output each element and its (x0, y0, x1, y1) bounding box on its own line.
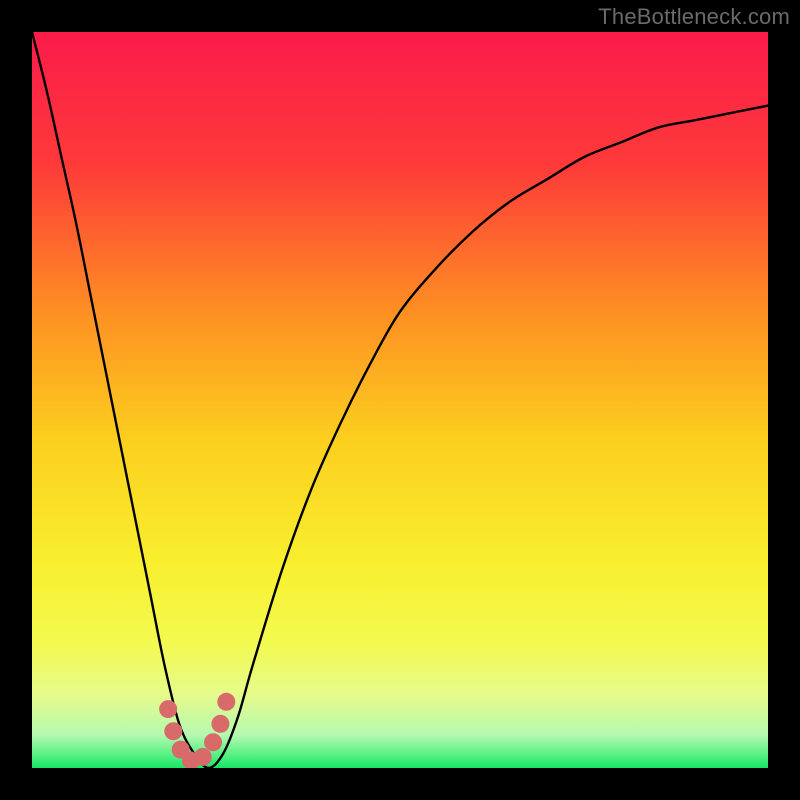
plot-frame (32, 32, 768, 768)
trough-marker (194, 748, 212, 766)
bottleneck-curve (32, 32, 768, 768)
trough-marker (217, 693, 235, 711)
watermark-text: TheBottleneck.com (598, 4, 790, 30)
trough-markers (159, 693, 235, 768)
trough-marker (211, 715, 229, 733)
trough-marker (164, 722, 182, 740)
trough-marker (204, 733, 222, 751)
curve-layer (32, 32, 768, 768)
trough-marker (159, 700, 177, 718)
